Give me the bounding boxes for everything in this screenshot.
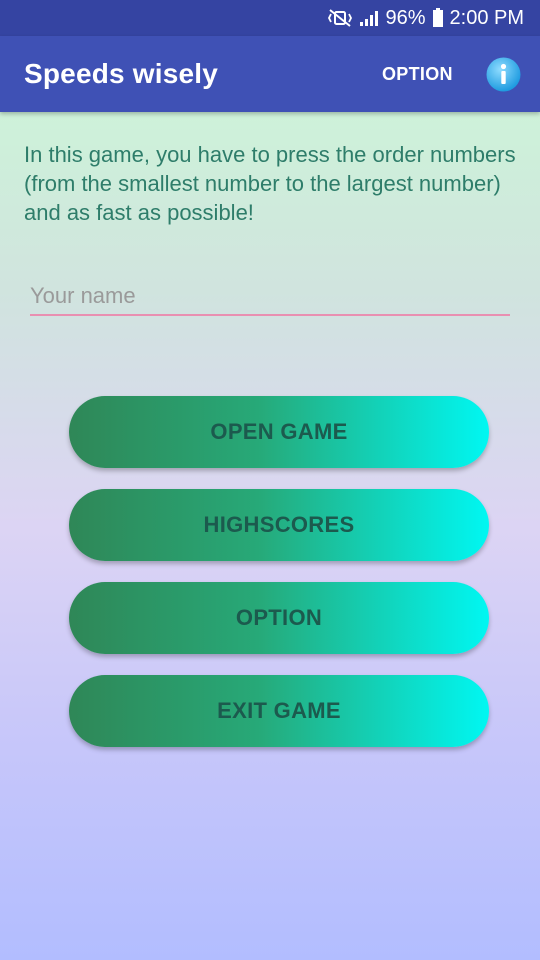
app-bar: Speeds wisely OPTION xyxy=(0,36,540,112)
clock: 2:00 PM xyxy=(449,6,524,29)
intro-text: In this game, you have to press the orde… xyxy=(24,142,516,225)
battery-icon xyxy=(432,8,444,28)
exit-game-button[interactable]: EXIT GAME xyxy=(69,675,489,747)
status-bar: 96% 2:00 PM xyxy=(0,0,540,36)
battery-percent: 96% xyxy=(385,6,426,29)
app-title: Speeds wisely xyxy=(24,58,219,89)
info-icon[interactable] xyxy=(486,57,521,92)
signal-icon xyxy=(359,9,379,27)
vibrate-mute-icon xyxy=(327,9,353,27)
name-input[interactable] xyxy=(30,278,510,316)
option-button[interactable]: OPTION xyxy=(69,582,489,654)
highscores-button[interactable]: HIGHSCORES xyxy=(69,489,489,561)
open-game-button[interactable]: OPEN GAME xyxy=(69,396,489,468)
option-menu-button[interactable]: OPTION xyxy=(382,64,453,85)
